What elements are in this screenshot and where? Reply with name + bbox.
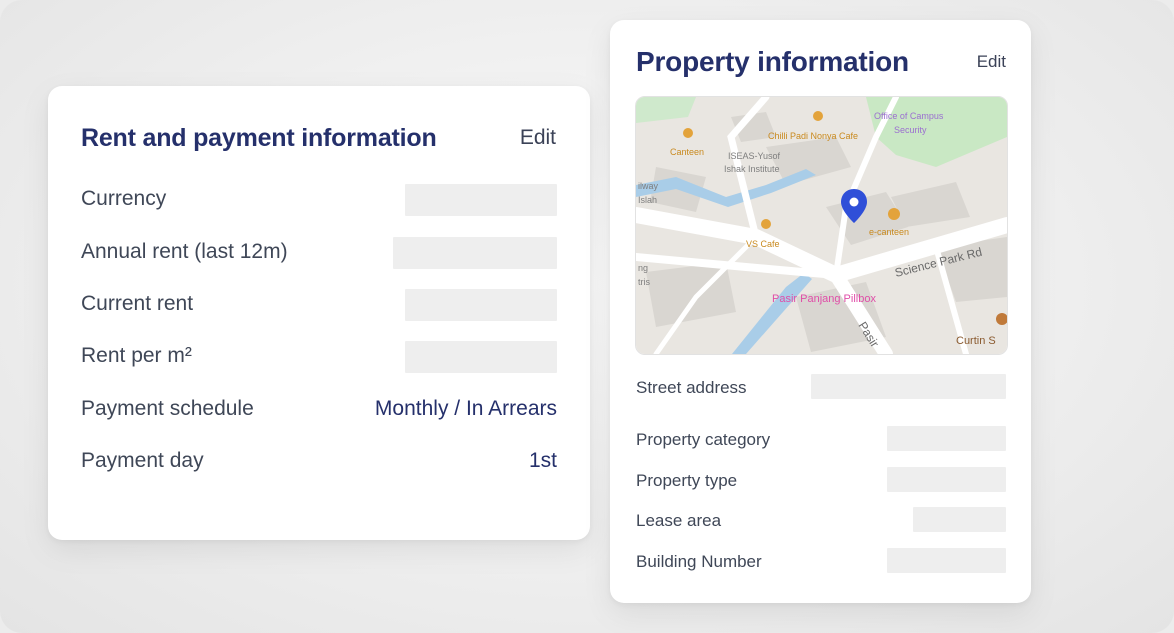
- map-label-iseas: ISEAS-Yusof: [728, 151, 781, 161]
- street-address-placeholder: [811, 374, 1006, 399]
- payment-day-label: Payment day: [81, 449, 204, 472]
- map-label-iseas-2: Ishak Institute: [724, 164, 780, 174]
- map-label-ng: ng: [638, 263, 648, 273]
- property-edit-button[interactable]: Edit: [977, 52, 1006, 72]
- annual-rent-value-placeholder: [393, 237, 557, 269]
- poi-vs-cafe-icon: [761, 219, 771, 229]
- property-info-card: Property information Edit Office of Camp…: [610, 20, 1031, 603]
- map-label-curtin: Curtin S: [956, 335, 996, 347]
- property-type-label: Property type: [636, 471, 738, 490]
- currency-label: Currency: [81, 187, 167, 210]
- map-label-islah: Islah: [638, 195, 657, 205]
- map-label-vs-cafe: VS Cafe: [746, 239, 780, 249]
- map-label-chilli-padi: Chilli Padi Nonya Cafe: [768, 131, 858, 141]
- building-number-placeholder: [887, 548, 1006, 573]
- building-number-label: Building Number: [636, 552, 762, 571]
- property-map[interactable]: Office of Campus Security Chilli Padi No…: [635, 96, 1008, 355]
- poi-chilli-padi-icon: [813, 111, 823, 121]
- payment-schedule-value: Monthly / In Arrears: [374, 397, 557, 420]
- lease-area-placeholder: [913, 507, 1006, 532]
- map-label-campus-security-2: Security: [894, 125, 927, 135]
- rent-edit-button[interactable]: Edit: [520, 126, 556, 150]
- rent-payment-card: Rent and payment information Edit Curren…: [48, 86, 590, 540]
- property-category-label: Property category: [636, 430, 771, 449]
- poi-canteen-icon: [683, 128, 693, 138]
- map-label-tris: tris: [638, 277, 650, 287]
- rent-per-m2-label: Rent per m²: [81, 344, 192, 367]
- map-label-canteen: Canteen: [670, 147, 704, 157]
- payment-schedule-label: Payment schedule: [81, 397, 254, 420]
- property-card-title: Property information: [636, 46, 909, 77]
- map-label-pillbox: Pasir Panjang Pillbox: [772, 293, 876, 305]
- map-label-railway: ilway: [638, 181, 659, 191]
- current-rent-value-placeholder: [405, 289, 557, 321]
- map-label-campus-security: Office of Campus: [874, 111, 944, 121]
- lease-area-label: Lease area: [636, 511, 722, 530]
- payment-day-value: 1st: [528, 449, 557, 472]
- rent-card-title: Rent and payment information: [81, 124, 437, 152]
- annual-rent-label: Annual rent (last 12m): [81, 240, 288, 263]
- poi-e-canteen-icon: [888, 208, 900, 220]
- map-label-e-canteen: e-canteen: [869, 227, 909, 237]
- property-type-placeholder: [887, 467, 1006, 492]
- currency-value-placeholder: [405, 184, 557, 216]
- property-category-placeholder: [887, 426, 1006, 451]
- street-address-label: Street address: [636, 378, 747, 397]
- current-rent-label: Current rent: [81, 292, 194, 315]
- rent-per-m2-value-placeholder: [405, 341, 557, 373]
